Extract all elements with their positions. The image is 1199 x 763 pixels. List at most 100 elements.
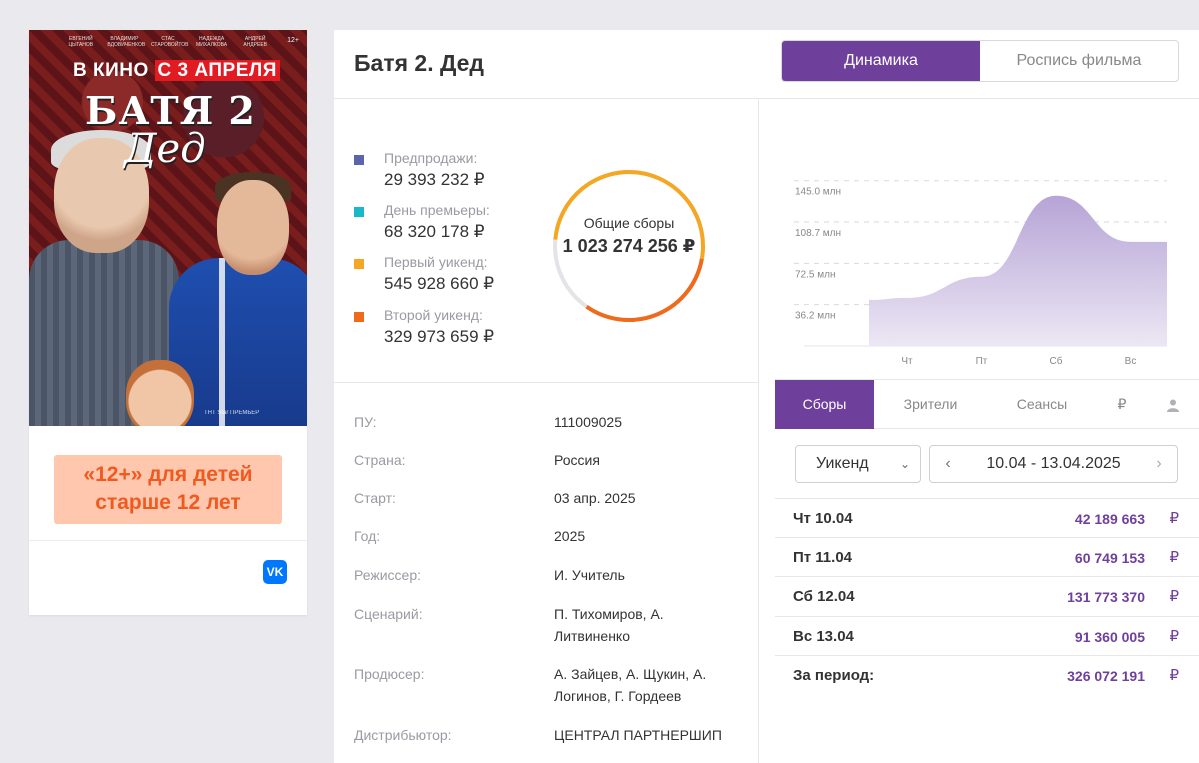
period-select-value: Уикенд bbox=[816, 455, 869, 472]
tab-film-schedule[interactable]: Роспись фильма bbox=[980, 41, 1178, 81]
poster-cast-name: НАДЕЖДА МИХАЛКОВА bbox=[196, 36, 228, 48]
info-value: И. Учитель bbox=[554, 567, 625, 583]
info-key: Страна: bbox=[354, 452, 406, 468]
info-key: Сценарий: bbox=[354, 606, 423, 622]
stat-label: Первый уикенд: bbox=[384, 254, 488, 270]
chart-x-tick-label: Чт bbox=[901, 356, 913, 367]
poster-age-rating: 12+ bbox=[287, 37, 299, 44]
info-key: Дистрибьютор: bbox=[354, 727, 452, 743]
age-rating-badge: «12+» для детей старше 12 лет bbox=[54, 455, 282, 524]
total-gross-value: 1 023 274 256 ₽ bbox=[562, 236, 696, 256]
day-amount: 60 749 153 bbox=[1074, 550, 1145, 566]
info-value: Россия bbox=[554, 452, 600, 468]
day-amount: 131 773 370 bbox=[1067, 589, 1145, 605]
metric-tabs: Сборы Зрители Сеансы ₽ bbox=[775, 379, 1199, 429]
currency-sign: ₽ bbox=[1169, 510, 1179, 527]
info-value: 2025 bbox=[554, 528, 586, 544]
chart-y-tick-label: 145.0 млн bbox=[795, 187, 841, 198]
day-amount: 91 360 005 bbox=[1074, 629, 1145, 645]
legend-square bbox=[354, 207, 364, 217]
divider bbox=[29, 540, 307, 541]
chart-y-tick-label: 36.2 млн bbox=[795, 311, 835, 322]
legend-square bbox=[354, 259, 364, 269]
info-value: 03 апр. 2025 bbox=[554, 490, 636, 506]
chart-y-tick-label: 108.7 млн bbox=[795, 228, 841, 239]
currency-sign: ₽ bbox=[1169, 549, 1179, 566]
currency-sign: ₽ bbox=[1169, 628, 1179, 645]
chevron-right-icon[interactable]: › bbox=[1145, 446, 1173, 482]
poster-release-prefix: В КИНО bbox=[73, 60, 149, 81]
info-key: Год: bbox=[354, 528, 381, 544]
poster-card: ЕВГЕНИЙ ЦЫГАНОВ ВЛАДИМИР ВДОВИЧЕНКОВ СТА… bbox=[29, 30, 307, 615]
currency-sign: ₽ bbox=[1169, 588, 1179, 605]
day-label: Пт 11.04 bbox=[793, 549, 853, 566]
person-icon-glyph bbox=[1167, 399, 1179, 412]
poster-subtitle: Дед bbox=[124, 126, 206, 172]
poster-cast-name: ЕВГЕНИЙ ЦЫГАНОВ bbox=[68, 36, 94, 48]
day-amount: 326 072 191 bbox=[1067, 668, 1145, 684]
person-icon[interactable] bbox=[1147, 380, 1199, 429]
table-row: Вс 13.04 91 360 005 ₽ bbox=[775, 616, 1199, 655]
day-amount: 42 189 663 bbox=[1074, 511, 1145, 527]
ring-segment-second-weekend bbox=[585, 258, 704, 322]
chart-area bbox=[869, 195, 1167, 346]
daily-gross-chart: 36.2 млн 72.5 млн 108.7 млн 145.0 млн Чт Пт С… bbox=[794, 180, 1167, 367]
table-row: Пт 11.04 60 749 153 ₽ bbox=[775, 537, 1199, 576]
poster-figure-dad bbox=[217, 180, 289, 275]
date-range-value: 10.04 - 13.04.2025 bbox=[986, 455, 1121, 472]
table-row: Сб 12.04 131 773 370 ₽ bbox=[775, 576, 1199, 615]
film-header: Батя 2. Дед Динамика Роспись фильма bbox=[334, 30, 1199, 99]
stat-value: 329 973 659 ₽ bbox=[384, 327, 495, 346]
movie-poster[interactable]: ЕВГЕНИЙ ЦЫГАНОВ ВЛАДИМИР ВДОВИЧЕНКОВ СТА… bbox=[29, 30, 307, 426]
tab-viewers[interactable]: Зрители bbox=[874, 380, 987, 429]
poster-jacket-stripe bbox=[219, 258, 225, 426]
chart-y-tick-label: 72.5 млн bbox=[795, 269, 835, 280]
info-key: Режиссер: bbox=[354, 567, 421, 583]
poster-cast: ЕВГЕНИЙ ЦЫГАНОВ ВЛАДИМИР ВДОВИЧЕНКОВ СТА… bbox=[29, 36, 307, 48]
day-label: За период: bbox=[793, 667, 875, 684]
legend-square bbox=[354, 312, 364, 322]
poster-cast-name: СТАС СТАРОВОЙТОВ bbox=[150, 36, 189, 48]
poster-release-highlight: С 3 АПРЕЛЯ bbox=[154, 60, 280, 81]
legend-square bbox=[354, 155, 364, 165]
day-label: Вс 13.04 bbox=[793, 628, 854, 645]
page-title: Батя 2. Дед bbox=[354, 50, 485, 76]
tab-dynamics[interactable]: Динамика bbox=[782, 41, 980, 81]
info-key: ПУ: bbox=[354, 414, 377, 430]
film-panel: Батя 2. Дед Динамика Роспись фильма Пред… bbox=[334, 30, 1199, 763]
chart-x-tick-label: Вс bbox=[1125, 356, 1137, 367]
chevron-left-icon[interactable]: ‹ bbox=[934, 446, 962, 482]
info-value: П. Тихомиров, А. Литвиненко bbox=[554, 606, 664, 644]
tab-gross[interactable]: Сборы bbox=[775, 380, 874, 429]
table-row-total: За период: 326 072 191 ₽ bbox=[775, 655, 1199, 694]
currency-sign: ₽ bbox=[1169, 667, 1179, 684]
poster-figure-kid bbox=[126, 360, 194, 426]
info-value: ЦЕНТРАЛ ПАРТНЕРШИП bbox=[554, 727, 722, 743]
stat-label: Второй уикенд: bbox=[384, 307, 483, 323]
tab-sessions[interactable]: Сеансы bbox=[987, 380, 1097, 429]
poster-release-date: В КИНО С 3 АПРЕЛЯ bbox=[73, 60, 280, 82]
view-tabs: Динамика Роспись фильма bbox=[781, 40, 1179, 82]
day-label: Сб 12.04 bbox=[793, 588, 855, 605]
stat-label: Предпродажи: bbox=[384, 150, 478, 166]
info-key: Старт: bbox=[354, 490, 396, 506]
date-range-picker: ‹ 10.04 - 13.04.2025 › bbox=[929, 445, 1178, 483]
stat-value: 545 928 660 ₽ bbox=[384, 274, 495, 293]
box-office-stats: Предпродажи: 29 393 232 ₽ День премьеры:… bbox=[334, 100, 758, 383]
chart-x-tick-label: Сб bbox=[1050, 355, 1063, 367]
period-select[interactable]: Уикенд ⌄ bbox=[795, 445, 921, 483]
stat-label: День премьеры: bbox=[384, 202, 490, 218]
chevron-down-icon: ⌄ bbox=[899, 457, 910, 471]
info-value: А. Зайцев, А. Щукин, А. Логинов, Г. Горд… bbox=[554, 666, 707, 704]
vk-share-icon[interactable]: VK bbox=[263, 560, 287, 584]
poster-cast-name: ВЛАДИМИР ВДОВИЧЕНКОВ bbox=[107, 36, 146, 48]
poster-logos: ТНТ Star ПРЕМЬЕР bbox=[204, 410, 260, 416]
info-value: 111009025 bbox=[554, 414, 622, 430]
stat-value: 29 393 232 ₽ bbox=[384, 170, 485, 189]
chart-x-tick-label: Пт bbox=[976, 356, 988, 367]
day-label: Чт 10.04 bbox=[793, 510, 853, 527]
table-row: Чт 10.04 42 189 663 ₽ bbox=[775, 498, 1199, 537]
stat-value: 68 320 178 ₽ bbox=[384, 222, 485, 241]
info-key: Продюсер: bbox=[354, 666, 425, 682]
ruble-icon[interactable]: ₽ bbox=[1097, 380, 1147, 429]
